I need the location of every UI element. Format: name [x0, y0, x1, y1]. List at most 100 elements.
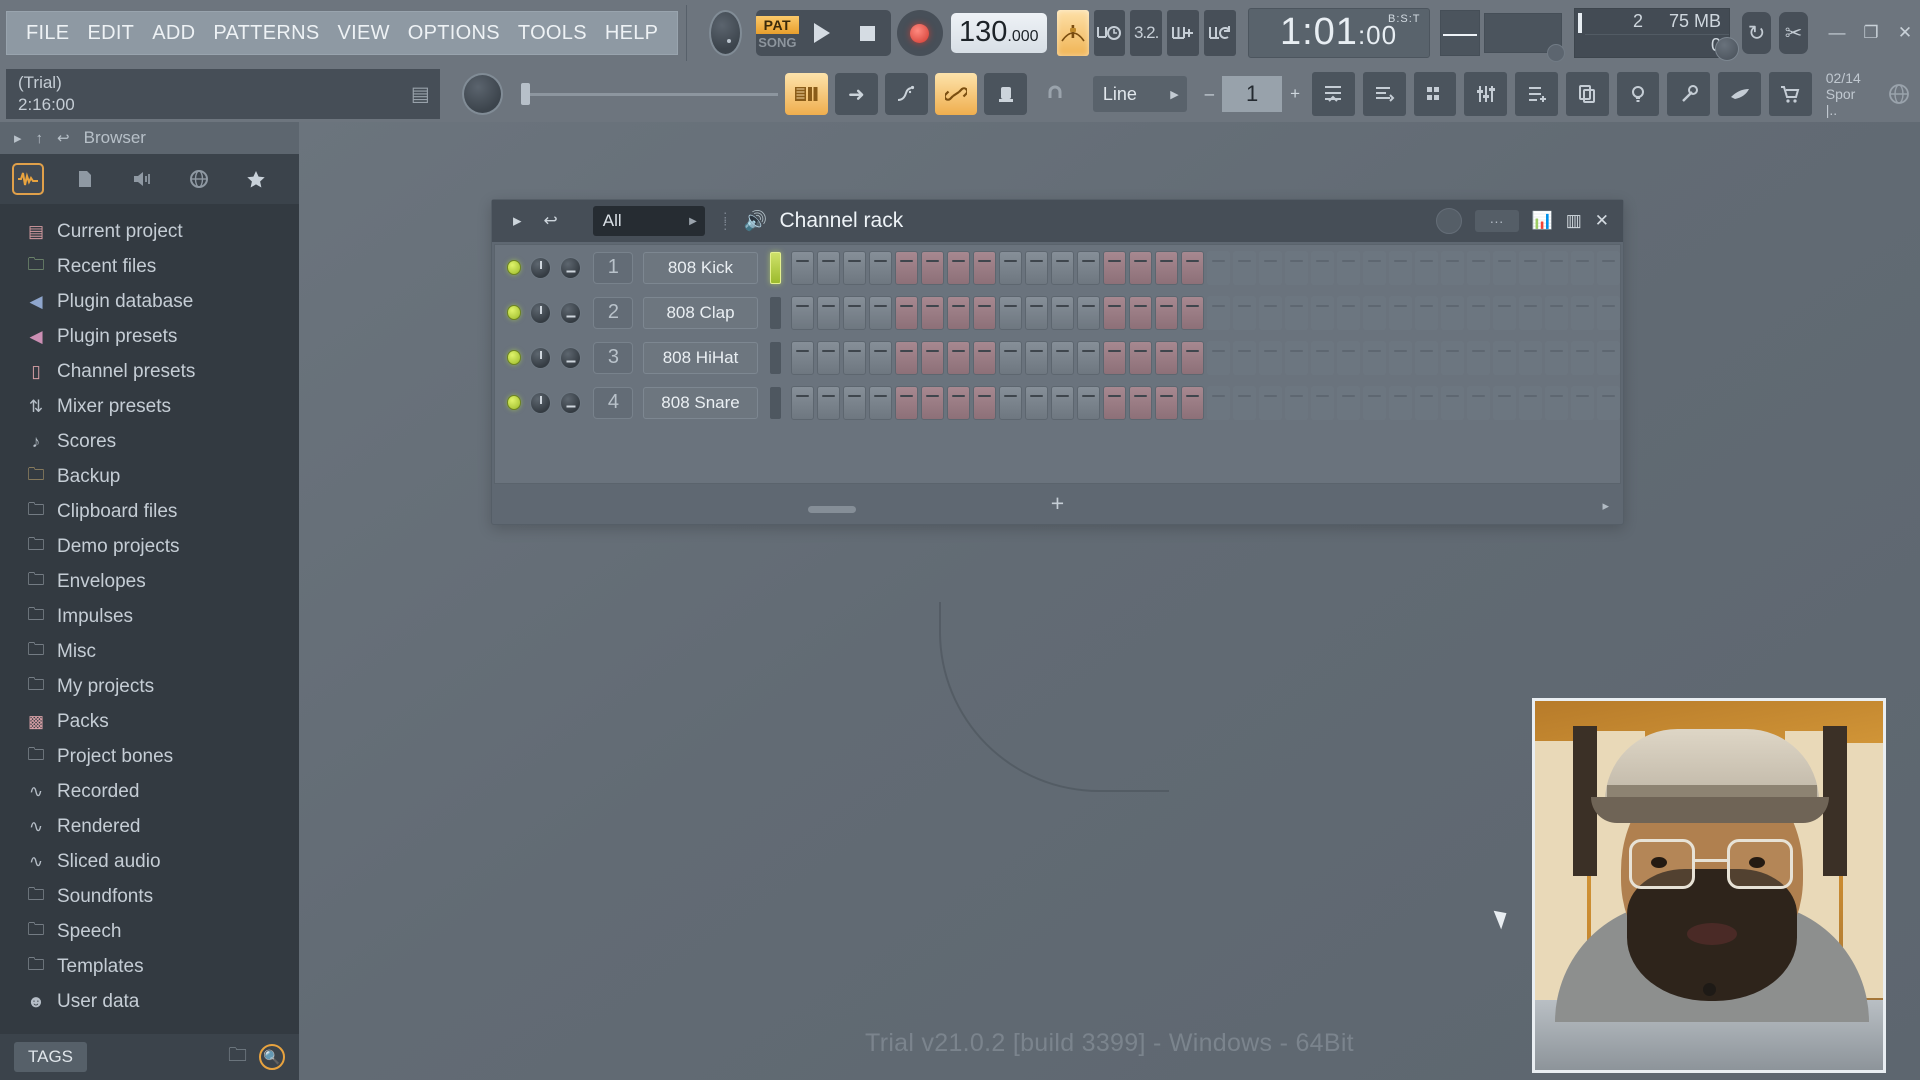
rack-close-icon[interactable]: ✕ — [1595, 211, 1609, 231]
step-button[interactable] — [817, 340, 840, 375]
browser-tab-plugins[interactable] — [126, 163, 158, 195]
browser-item-recorded[interactable]: ∿ Recorded — [0, 774, 299, 809]
drag-handle-dots[interactable]: ⋮ ⋮ — [719, 211, 732, 231]
step-button[interactable] — [1389, 295, 1412, 330]
browser-item-rendered[interactable]: ∿ Rendered — [0, 809, 299, 844]
step-button[interactable] — [1259, 385, 1282, 420]
step-button[interactable] — [947, 295, 970, 330]
project-info-panel[interactable]: (Trial) 2:16:00 ▤ — [6, 69, 440, 119]
step-button[interactable] — [1545, 385, 1568, 420]
step-button[interactable] — [1571, 250, 1594, 285]
step-button[interactable] — [1441, 340, 1464, 375]
step-button[interactable] — [1103, 340, 1126, 375]
stop-button[interactable] — [844, 10, 891, 56]
channel-mute-led[interactable] — [507, 305, 522, 320]
pattern-loop-icon[interactable] — [1203, 10, 1236, 56]
step-button[interactable] — [1519, 250, 1542, 285]
refresh-button[interactable]: ↻ — [1742, 12, 1772, 54]
rack-menu-button[interactable]: ··· — [1474, 210, 1519, 232]
step-button[interactable] — [1467, 250, 1490, 285]
step-button[interactable] — [1337, 250, 1360, 285]
plugin-picker-shortcut[interactable] — [1515, 72, 1558, 116]
step-button[interactable] — [921, 295, 944, 330]
metronome-icon[interactable] — [1056, 10, 1089, 56]
step-button[interactable] — [1051, 295, 1074, 330]
browser-item-my-projects[interactable]: 🗀 My projects — [0, 669, 299, 704]
browser-item-sliced-audio[interactable]: ∿ Sliced audio — [0, 844, 299, 879]
rack-columns-icon[interactable]: ▥ — [1566, 211, 1582, 231]
step-button[interactable] — [1545, 295, 1568, 330]
step-button[interactable] — [869, 385, 892, 420]
channel-pan-knob[interactable] — [560, 391, 582, 414]
step-button[interactable] — [1467, 295, 1490, 330]
step-button[interactable] — [973, 340, 996, 375]
step-button[interactable] — [1311, 340, 1334, 375]
step-button[interactable] — [1519, 340, 1542, 375]
browser-item-demo-projects[interactable]: 🗀 Demo projects — [0, 529, 299, 564]
playlist-toggle-button[interactable] — [785, 73, 828, 115]
scrollbar-thumb[interactable] — [808, 506, 856, 513]
mixer-shortcut[interactable] — [1464, 72, 1508, 116]
maximize-button[interactable]: ❐ — [1856, 19, 1886, 47]
step-button[interactable] — [1077, 385, 1100, 420]
step-button[interactable] — [1545, 340, 1568, 375]
step-button[interactable] — [1363, 385, 1386, 420]
step-button[interactable] — [1311, 250, 1334, 285]
step-button[interactable] — [1597, 340, 1620, 375]
step-button[interactable] — [791, 295, 814, 330]
rack-menu-icon[interactable]: ▸ — [502, 211, 533, 231]
step-sequencer-row[interactable] — [791, 385, 1620, 420]
menu-item-patterns[interactable]: PATTERNS — [204, 18, 328, 49]
step-button[interactable] — [1129, 340, 1152, 375]
project-picker-shortcut[interactable] — [1565, 72, 1609, 116]
browser-item-soundfonts[interactable]: 🗀 Soundfonts — [0, 879, 299, 914]
step-button[interactable] — [1441, 385, 1464, 420]
piano-roll-button[interactable] — [884, 73, 928, 115]
browser-up-icon[interactable]: ↑ — [36, 130, 44, 147]
step-button[interactable] — [843, 295, 866, 330]
browser-item-scores[interactable]: ♪ Scores — [0, 424, 299, 459]
browser-folder-icon[interactable]: 🗀 — [228, 1041, 247, 1073]
step-button[interactable] — [1415, 340, 1438, 375]
step-button[interactable] — [999, 385, 1022, 420]
link-button[interactable] — [934, 73, 978, 115]
step-button[interactable] — [1233, 340, 1256, 375]
rack-graph-icon[interactable]: 📊 — [1532, 211, 1553, 231]
channel-row[interactable]: 3 808 HiHat — [495, 335, 1620, 380]
pitch-knob[interactable] — [461, 73, 503, 115]
step-button[interactable] — [921, 385, 944, 420]
step-button[interactable] — [1103, 295, 1126, 330]
step-button[interactable] — [1597, 250, 1620, 285]
step-button[interactable] — [1441, 250, 1464, 285]
step-button[interactable] — [1415, 295, 1438, 330]
channel-row[interactable]: 2 808 Clap — [495, 290, 1620, 335]
step-button[interactable] — [1207, 250, 1230, 285]
step-button[interactable] — [791, 340, 814, 375]
channel-pan-knob[interactable] — [560, 346, 582, 369]
step-button[interactable] — [1311, 385, 1334, 420]
browser-tab-favorites[interactable] — [240, 163, 272, 195]
step-button[interactable] — [1077, 250, 1100, 285]
tempo-display[interactable]: 130 .000 — [950, 13, 1047, 53]
step-button[interactable] — [895, 385, 918, 420]
minimize-button[interactable]: — — [1822, 19, 1852, 47]
browser-item-mixer-presets[interactable]: ⇅ Mixer presets — [0, 389, 299, 424]
playlist-shortcut[interactable] — [1362, 72, 1406, 116]
wait-for-input-icon[interactable] — [1093, 10, 1126, 56]
pattern-prev-button[interactable]: – — [1201, 84, 1218, 104]
tools-shortcut[interactable] — [1667, 72, 1711, 116]
step-button[interactable] — [843, 385, 866, 420]
step-button[interactable] — [1259, 250, 1282, 285]
step-button[interactable] — [1493, 250, 1516, 285]
step-button[interactable] — [973, 385, 996, 420]
globe-icon[interactable] — [1877, 72, 1920, 116]
channel-row[interactable]: 1 808 Kick — [495, 245, 1620, 290]
channel-mute-led[interactable] — [507, 260, 522, 275]
step-button[interactable] — [1181, 385, 1204, 420]
step-button[interactable] — [1181, 295, 1204, 330]
channel-number-button[interactable]: 1 — [593, 251, 634, 284]
channel-name-button[interactable]: 808 Snare — [643, 386, 758, 419]
menu-item-options[interactable]: OPTIONS — [399, 18, 509, 49]
pattern-song-toggle[interactable]: PAT SONG — [755, 10, 799, 56]
step-button[interactable] — [895, 295, 918, 330]
